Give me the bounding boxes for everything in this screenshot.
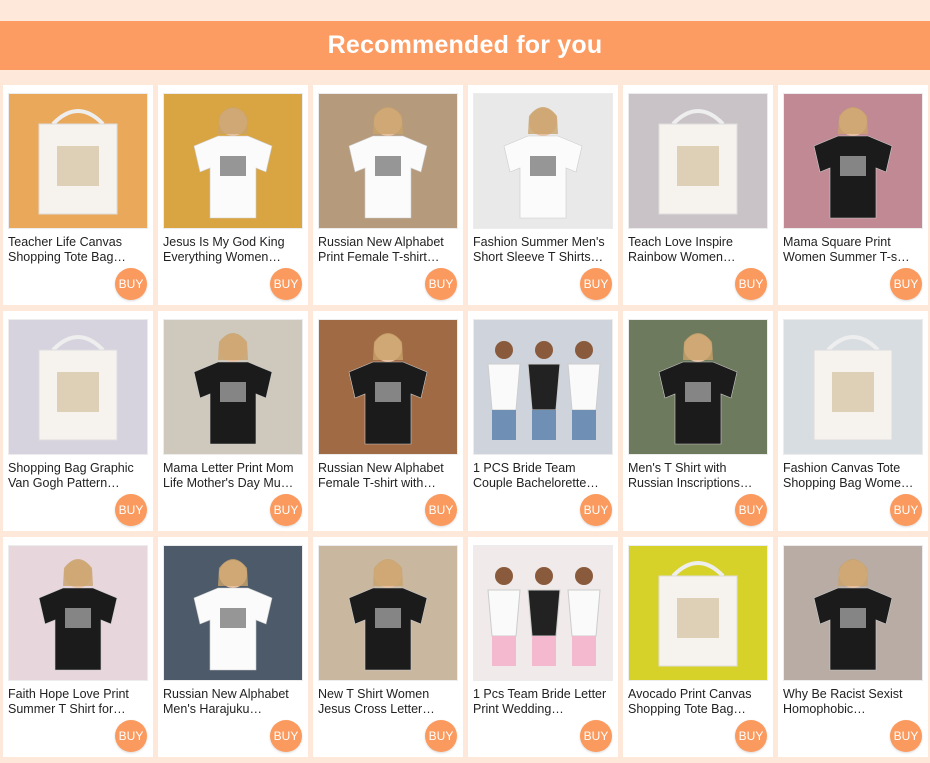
buy-button[interactable]: BUY bbox=[890, 494, 922, 526]
buy-button[interactable]: BUY bbox=[735, 720, 767, 752]
product-card[interactable]: Faith Hope Love Print Summer T Shirt for… bbox=[3, 537, 153, 757]
product-image[interactable] bbox=[8, 545, 148, 681]
product-title[interactable]: Fashion Summer Men's Short Sleeve T Shir… bbox=[473, 235, 611, 265]
product-title[interactable]: Jesus Is My God King Everything Women… bbox=[163, 235, 301, 265]
product-card[interactable]: 1 Pcs Team Bride Letter Print Wedding… BU… bbox=[468, 537, 618, 757]
product-image[interactable] bbox=[318, 93, 458, 229]
product-title[interactable]: 1 Pcs Team Bride Letter Print Wedding… bbox=[473, 687, 611, 717]
buy-button[interactable]: BUY bbox=[580, 494, 612, 526]
buy-button[interactable]: BUY bbox=[425, 268, 457, 300]
section-title: Recommended for you bbox=[327, 31, 603, 59]
product-card[interactable]: 1 PCS Bride Team Couple Bachelorette… BUY bbox=[468, 311, 618, 531]
buy-button[interactable]: BUY bbox=[890, 720, 922, 752]
product-card[interactable]: Fashion Canvas Tote Shopping Bag Wome… BU… bbox=[778, 311, 928, 531]
product-card[interactable]: Jesus Is My God King Everything Women… BU… bbox=[158, 85, 308, 305]
section-title-banner: Recommended for you bbox=[0, 21, 930, 70]
product-card[interactable]: New T Shirt Women Jesus Cross Letter… BUY bbox=[313, 537, 463, 757]
product-card[interactable]: Teach Love Inspire Rainbow Women… BUY bbox=[623, 85, 773, 305]
product-card[interactable]: Fashion Summer Men's Short Sleeve T Shir… bbox=[468, 85, 618, 305]
product-image[interactable] bbox=[628, 93, 768, 229]
product-image[interactable] bbox=[783, 545, 923, 681]
product-image[interactable] bbox=[473, 319, 613, 455]
product-image[interactable] bbox=[163, 93, 303, 229]
buy-button[interactable]: BUY bbox=[580, 720, 612, 752]
product-card[interactable]: Russian New Alphabet Men's Harajuku… BUY bbox=[158, 537, 308, 757]
product-title[interactable]: Faith Hope Love Print Summer T Shirt for… bbox=[8, 687, 146, 717]
buy-button[interactable]: BUY bbox=[735, 494, 767, 526]
product-title[interactable]: Teach Love Inspire Rainbow Women… bbox=[628, 235, 766, 265]
product-image[interactable] bbox=[8, 93, 148, 229]
product-title[interactable]: New T Shirt Women Jesus Cross Letter… bbox=[318, 687, 456, 717]
product-title[interactable]: Men's T Shirt with Russian Inscriptions… bbox=[628, 461, 766, 491]
product-title[interactable]: Russian New Alphabet Print Female T-shir… bbox=[318, 235, 456, 265]
product-card[interactable]: Avocado Print Canvas Shopping Tote Bag… B… bbox=[623, 537, 773, 757]
buy-button[interactable]: BUY bbox=[115, 494, 147, 526]
product-title[interactable]: Fashion Canvas Tote Shopping Bag Wome… bbox=[783, 461, 921, 491]
product-title[interactable]: Why Be Racist Sexist Homophobic… bbox=[783, 687, 921, 717]
product-card[interactable]: Why Be Racist Sexist Homophobic… BUY bbox=[778, 537, 928, 757]
buy-button[interactable]: BUY bbox=[270, 494, 302, 526]
buy-button[interactable]: BUY bbox=[115, 720, 147, 752]
product-card[interactable]: Shopping Bag Graphic Van Gogh Pattern… BU… bbox=[3, 311, 153, 531]
product-grid: Teacher Life Canvas Shopping Tote Bag… BU… bbox=[0, 85, 930, 757]
buy-button[interactable]: BUY bbox=[115, 268, 147, 300]
product-image[interactable] bbox=[8, 319, 148, 455]
product-card[interactable]: Russian New Alphabet Print Female T-shir… bbox=[313, 85, 463, 305]
product-image[interactable] bbox=[783, 93, 923, 229]
product-title[interactable]: Teacher Life Canvas Shopping Tote Bag… bbox=[8, 235, 146, 265]
buy-button[interactable]: BUY bbox=[425, 720, 457, 752]
product-title[interactable]: Mama Square Print Women Summer T-s… bbox=[783, 235, 921, 265]
product-title[interactable]: Russian New Alphabet Female T-shirt with… bbox=[318, 461, 456, 491]
product-card[interactable]: Men's T Shirt with Russian Inscriptions…… bbox=[623, 311, 773, 531]
product-title[interactable]: Shopping Bag Graphic Van Gogh Pattern… bbox=[8, 461, 146, 491]
product-title[interactable]: Mama Letter Print Mom Life Mother's Day … bbox=[163, 461, 301, 491]
buy-button[interactable]: BUY bbox=[270, 268, 302, 300]
product-card[interactable]: Mama Square Print Women Summer T-s… BUY bbox=[778, 85, 928, 305]
product-image[interactable] bbox=[628, 319, 768, 455]
buy-button[interactable]: BUY bbox=[735, 268, 767, 300]
buy-button[interactable]: BUY bbox=[425, 494, 457, 526]
product-card[interactable]: Teacher Life Canvas Shopping Tote Bag… BU… bbox=[3, 85, 153, 305]
product-title[interactable]: Avocado Print Canvas Shopping Tote Bag… bbox=[628, 687, 766, 717]
buy-button[interactable]: BUY bbox=[890, 268, 922, 300]
product-image[interactable] bbox=[473, 545, 613, 681]
buy-button[interactable]: BUY bbox=[580, 268, 612, 300]
buy-button[interactable]: BUY bbox=[270, 720, 302, 752]
product-title[interactable]: 1 PCS Bride Team Couple Bachelorette… bbox=[473, 461, 611, 491]
product-image[interactable] bbox=[783, 319, 923, 455]
product-title[interactable]: Russian New Alphabet Men's Harajuku… bbox=[163, 687, 301, 717]
product-image[interactable] bbox=[318, 319, 458, 455]
product-image[interactable] bbox=[473, 93, 613, 229]
product-image[interactable] bbox=[163, 319, 303, 455]
product-image[interactable] bbox=[163, 545, 303, 681]
product-image[interactable] bbox=[318, 545, 458, 681]
product-card[interactable]: Russian New Alphabet Female T-shirt with… bbox=[313, 311, 463, 531]
product-card[interactable]: Mama Letter Print Mom Life Mother's Day … bbox=[158, 311, 308, 531]
product-image[interactable] bbox=[628, 545, 768, 681]
